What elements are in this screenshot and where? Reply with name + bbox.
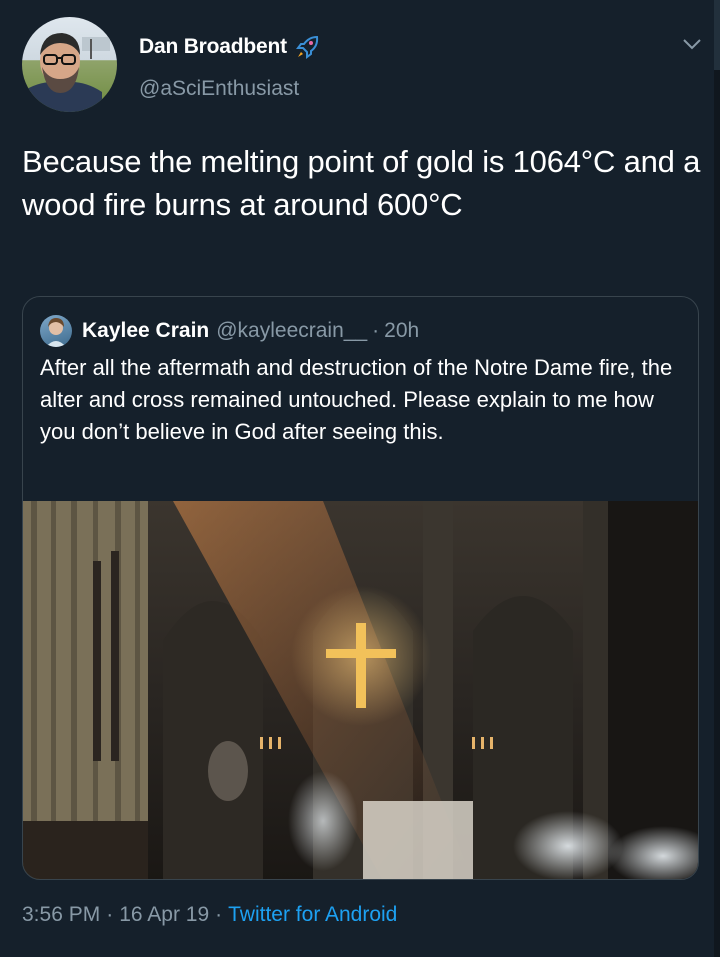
footer-separator: · <box>106 903 114 926</box>
tweet-header: Dan Broadbent @aSciEnthusiast <box>22 17 702 113</box>
tweet-footer: 3:56 PM · 16 Apr 19 · Twitter for Androi… <box>22 903 397 927</box>
footer-separator: · <box>215 903 223 926</box>
author-handle[interactable]: @aSciEnthusiast <box>139 77 299 101</box>
quoted-avatar[interactable] <box>40 315 72 347</box>
tweet-time[interactable]: 3:56 PM <box>22 903 100 927</box>
author-name-row[interactable]: Dan Broadbent <box>139 34 321 60</box>
author-display-name[interactable]: Dan Broadbent <box>139 35 287 59</box>
quoted-separator: · <box>372 319 380 342</box>
scrollbar-track[interactable] <box>714 0 720 957</box>
tweet-date[interactable]: 16 Apr 19 <box>119 903 209 927</box>
tweet-source-link[interactable]: Twitter for Android <box>228 903 397 927</box>
rocket-icon <box>295 34 321 60</box>
avatar[interactable] <box>22 17 117 112</box>
tweet-text: Because the melting point of gold is 106… <box>22 144 701 222</box>
chevron-down-icon[interactable] <box>682 37 702 51</box>
quoted-handle[interactable]: @kayleecrain__ <box>216 319 367 343</box>
scrollbar-thumb[interactable] <box>714 0 720 70</box>
quoted-tweet-text: After all the aftermath and destruction … <box>40 355 673 444</box>
quoted-tweet-header: Kaylee Crain @kayleecrain__ · 20h <box>40 315 419 347</box>
quoted-display-name[interactable]: Kaylee Crain <box>82 319 209 343</box>
quoted-tweet[interactable]: Kaylee Crain @kayleecrain__ · 20h After … <box>22 296 699 880</box>
quoted-timestamp[interactable]: 20h <box>384 319 419 343</box>
quoted-tweet-photo[interactable] <box>23 501 698 879</box>
